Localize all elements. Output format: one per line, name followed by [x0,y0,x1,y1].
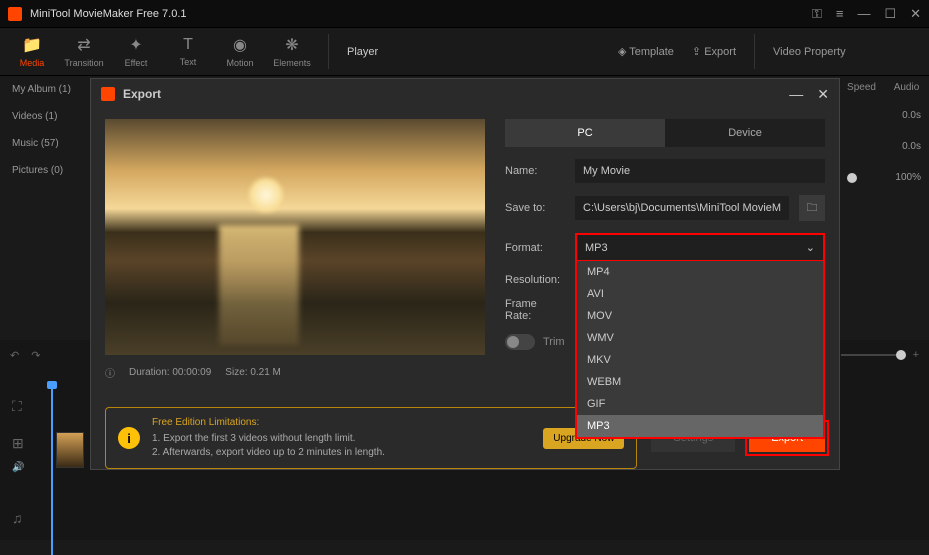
dialog-title: Export [123,87,789,101]
export-dialog: Export — ✕ ⓘ Duration: 00:00:09 Size: 0.… [90,78,840,470]
resolution-label: Resolution: [505,274,565,286]
dialog-minimize-icon[interactable]: — [789,86,803,103]
template-button[interactable]: ◈ Template [618,45,674,58]
tab-motion[interactable]: ◉Motion [214,32,266,71]
format-option-mov[interactable]: MOV [577,305,823,327]
prop-value-3: 100% [895,172,921,183]
format-option-avi[interactable]: AVI [577,283,823,305]
music-track-icon[interactable]: ♫ [12,510,23,526]
playhead[interactable] [51,385,53,555]
text-icon: T [183,36,193,54]
sidebar-item-music[interactable]: Music (57) [0,130,90,157]
video-property-label: Video Property [759,28,929,75]
limitations-banner: i Free Edition Limitations: 1. Export th… [105,407,637,469]
duration-info: Duration: 00:00:09 [129,367,211,378]
format-option-gif[interactable]: GIF [577,393,823,415]
limitations-title: Free Edition Limitations: [152,416,531,430]
player-label: Player [347,46,378,58]
minimize-icon[interactable]: — [857,6,870,21]
crop-icon[interactable]: ⛶ [12,398,22,415]
sidebar-item-videos[interactable]: Videos (1) [0,103,90,130]
dialog-close-icon[interactable]: ✕ [817,86,829,103]
limitations-line2: 2. Afterwards, export video up to 2 minu… [152,447,385,458]
sidebar-item-myalbum[interactable]: My Album (1) [0,76,90,103]
elements-icon: ❋ [285,35,298,55]
info-icon: ⓘ [105,365,115,380]
format-option-mkv[interactable]: MKV [577,349,823,371]
warning-icon: i [118,427,140,449]
audio-track-icon[interactable]: 🔊 [12,462,24,473]
format-dropdown: MP4 AVI MOV WMV MKV WEBM GIF MP3 [575,261,825,439]
trim-toggle[interactable] [505,334,535,350]
redo-icon[interactable]: ↷ [31,349,40,362]
saveto-label: Save to: [505,202,565,214]
media-sidebar: My Album (1) Videos (1) Music (57) Pictu… [0,76,90,184]
tab-effect[interactable]: ✦Effect [110,32,162,71]
chevron-down-icon: ⌄ [806,241,815,254]
app-logo-icon [8,7,22,21]
maximize-icon[interactable]: ☐ [884,6,896,22]
effect-icon: ✦ [129,35,142,55]
size-info: Size: 0.21 M [225,367,281,378]
browse-folder-button[interactable]: 🗀 [799,195,825,221]
app-title: MiniTool MovieMaker Free 7.0.1 [30,8,812,20]
volume-slider[interactable] [847,173,857,183]
tab-device[interactable]: Device [665,119,825,147]
preview-image [105,119,485,355]
transition-icon: ⇄ [77,35,90,55]
zoom-in-icon[interactable]: + [913,349,919,361]
framerate-label: Frame Rate: [505,298,565,322]
tab-speed[interactable]: Speed [839,76,884,100]
dialog-logo-icon [101,87,115,101]
format-option-mp4[interactable]: MP4 [577,261,823,283]
prop-value-2: 0.0s [902,141,921,152]
tab-audio[interactable]: Audio [884,76,929,100]
name-label: Name: [505,165,565,177]
tab-elements[interactable]: ❋Elements [266,32,318,71]
undo-icon[interactable]: ↶ [10,349,19,362]
limitations-line1: 1. Export the first 3 videos without len… [152,433,355,444]
tab-transition[interactable]: ⇄Transition [58,32,110,71]
tab-media[interactable]: 📁Media [6,32,58,71]
tab-pc[interactable]: PC [505,119,665,147]
format-option-mp3[interactable]: MP3 [577,415,823,437]
prop-value-1: 0.0s [902,110,921,121]
format-option-webm[interactable]: WEBM [577,371,823,393]
main-toolbar: 📁Media ⇄Transition ✦Effect TText ◉Motion… [0,28,929,76]
menu-icon[interactable]: ≡ [836,6,844,21]
name-input[interactable] [575,159,825,183]
property-panel: Speed Audio 0.0s 0.0s 100% [839,76,929,193]
format-select[interactable]: MP3 ⌄ [575,233,825,262]
motion-icon: ◉ [233,35,247,55]
close-icon[interactable]: ✕ [910,6,921,22]
tab-text[interactable]: TText [162,32,214,71]
trim-label: Trim [543,336,565,348]
saveto-input[interactable] [575,196,789,220]
sidebar-item-pictures[interactable]: Pictures (0) [0,157,90,184]
export-toolbar-button[interactable]: ⇪ Export [692,45,736,58]
timeline-clip[interactable] [56,432,84,468]
titlebar: MiniTool MovieMaker Free 7.0.1 ⚿ ≡ — ☐ ✕ [0,0,929,28]
key-icon[interactable]: ⚿ [812,6,822,22]
zoom-slider[interactable] [896,350,906,360]
folder-icon: 🗀 [807,199,818,218]
format-option-wmv[interactable]: WMV [577,327,823,349]
video-track-icon[interactable]: ⊞ [12,435,24,452]
folder-icon: 📁 [22,35,42,55]
format-label: Format: [505,242,565,254]
